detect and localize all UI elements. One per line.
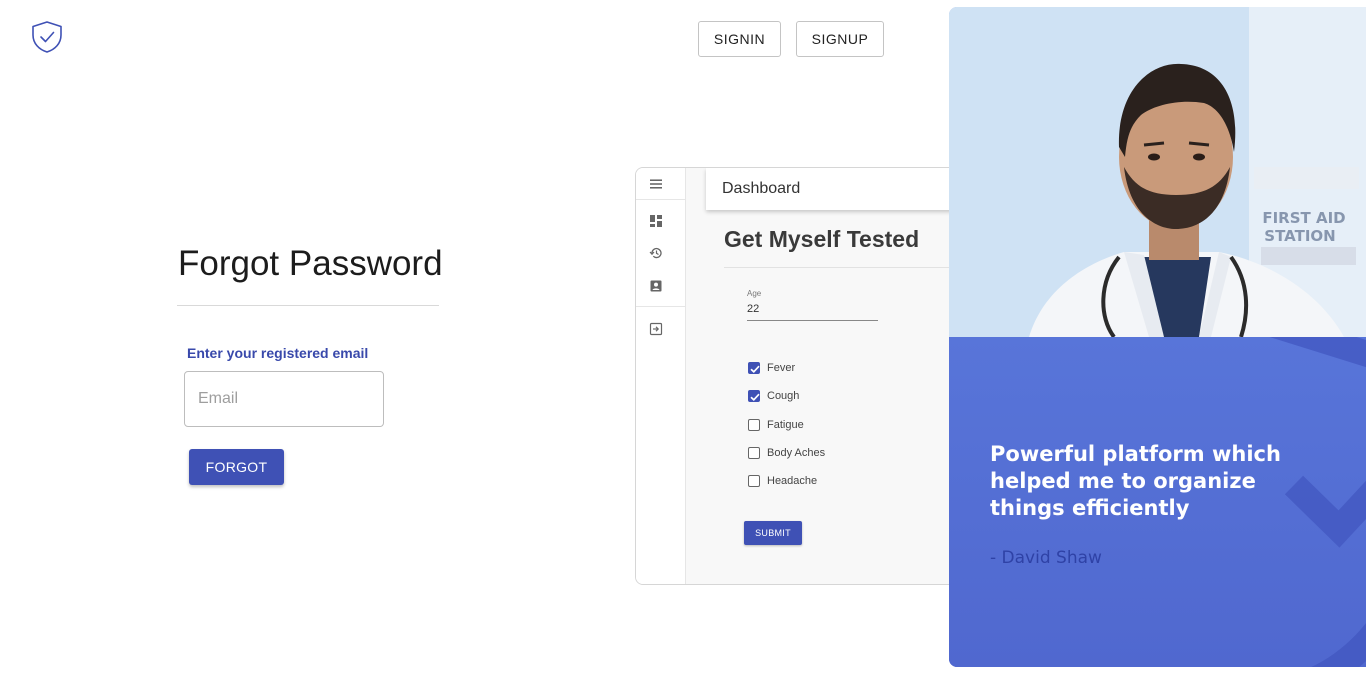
preview-submit-button: SUBMIT	[744, 521, 802, 545]
forgot-button[interactable]: FORGOT	[189, 449, 284, 485]
preview-header: Dashboard	[706, 168, 964, 210]
preview-divider	[724, 267, 964, 268]
checkbox-unchecked	[748, 419, 760, 431]
age-value: 22	[747, 303, 760, 315]
signup-button[interactable]: SIGNUP	[796, 21, 884, 57]
symptom-label: Body Aches	[767, 447, 826, 459]
contact-icon	[649, 279, 663, 293]
dashboard-icon	[649, 214, 663, 228]
testimonial-panel: FIRST AID STATION Powerful platform whic…	[949, 7, 1366, 667]
age-underline	[747, 320, 878, 321]
sidebar-divider	[636, 306, 686, 307]
title-divider	[177, 305, 439, 306]
menu-icon	[649, 177, 663, 191]
symptom-label: Fatigue	[767, 419, 804, 431]
symptom-label: Headache	[767, 475, 818, 487]
sign-text-line-1: FIRST AID	[1262, 209, 1345, 227]
age-label: Age	[747, 289, 762, 298]
checkbox-unchecked	[748, 447, 760, 459]
symptom-label: Cough	[767, 390, 800, 402]
doctor-photo: FIRST AID STATION	[949, 7, 1366, 337]
checkbox-unchecked	[748, 475, 760, 487]
checkbox-checked	[748, 362, 760, 374]
dashboard-preview: Dashboard Get Myself Tested Age 22 Fever…	[635, 167, 965, 585]
testimonial-author: - David Shaw	[990, 548, 1102, 568]
email-field-label: Enter your registered email	[187, 345, 369, 361]
page-title: Forgot Password	[178, 244, 443, 283]
shield-check-icon[interactable]	[30, 20, 64, 54]
checkbox-checked	[748, 390, 760, 402]
signin-button[interactable]: SIGNIN	[698, 21, 781, 57]
preview-sidebar	[636, 168, 686, 584]
history-icon	[649, 246, 663, 260]
symptom-label: Fever	[767, 362, 796, 374]
testimonial-quote: Powerful platform which helped me to org…	[990, 442, 1281, 520]
sign-text-line-2: STATION	[1264, 227, 1335, 245]
preview-page-title: Get Myself Tested	[724, 226, 920, 252]
email-field[interactable]	[184, 371, 384, 427]
logout-icon	[649, 322, 663, 336]
